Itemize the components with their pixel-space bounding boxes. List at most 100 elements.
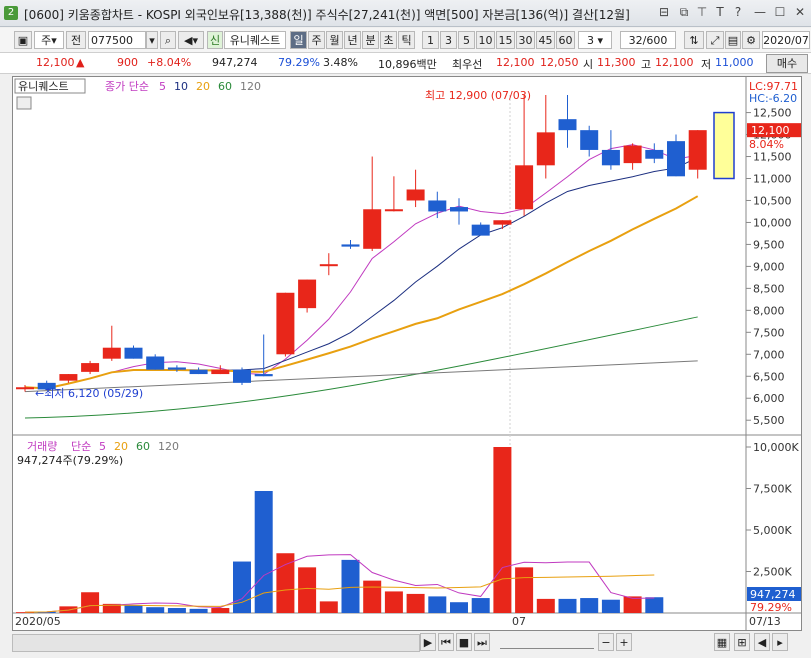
candle-body xyxy=(167,367,186,370)
low-label: 저 xyxy=(701,58,712,71)
volume-ma-legend-5: 5 xyxy=(99,440,106,453)
candle-body xyxy=(645,149,664,159)
prev-button[interactable]: 전 xyxy=(66,31,86,49)
stop-icon[interactable]: ■ xyxy=(456,633,472,651)
price-tick-label: 6,500 xyxy=(753,370,785,383)
volume-bar xyxy=(319,601,338,613)
date-field[interactable]: 2020/07 xyxy=(762,31,810,49)
grid-icon[interactable]: ▦ xyxy=(714,633,730,651)
candle-body xyxy=(59,374,78,381)
price-tick-label: 12,500 xyxy=(753,107,792,120)
candle-body xyxy=(363,209,382,249)
ma-legend-20: 20 xyxy=(196,80,210,93)
timeframe-button-2[interactable]: 월 xyxy=(326,31,343,49)
maximize-icon[interactable]: ☐ xyxy=(772,4,788,20)
turnover-rate: 3.48% xyxy=(323,56,358,69)
candle-body xyxy=(146,356,165,370)
interval-button-1[interactable]: 3 xyxy=(440,31,457,49)
volume-bar xyxy=(471,598,490,613)
last-page-icon[interactable]: ⏭ xyxy=(474,633,490,651)
zoom-in-icon[interactable]: + xyxy=(616,633,632,651)
settings-icon[interactable]: ⚙ xyxy=(742,31,760,49)
zoom-out-icon[interactable]: − xyxy=(598,633,614,651)
tool-icon[interactable]: T xyxy=(712,4,728,20)
candle-body xyxy=(558,119,577,131)
ma-legend-5: 5 xyxy=(159,80,166,93)
interval-button-3[interactable]: 10 xyxy=(476,31,495,49)
interval-button-2[interactable]: 5 xyxy=(458,31,475,49)
stock-code-input[interactable]: 077500 xyxy=(88,31,146,49)
help-icon[interactable]: ? xyxy=(730,4,746,20)
compare-icon[interactable]: ⇅ xyxy=(684,31,704,49)
save-icon[interactable]: ▤ xyxy=(725,31,741,49)
interval-dropdown[interactable]: 3 ▾ xyxy=(578,31,612,49)
period-select[interactable]: 주▾ xyxy=(34,31,64,49)
stock-tag: 유니퀘스트 xyxy=(18,80,69,93)
quote-bar: 12,100 ▲ 900 +8.04% 947,274 79.29% 3.48%… xyxy=(0,53,811,74)
volume-bar xyxy=(515,567,534,613)
timeframe-button-4[interactable]: 분 xyxy=(362,31,379,49)
speaker-icon[interactable]: ◀▾ xyxy=(178,31,204,49)
candle-body xyxy=(124,347,143,359)
interval-button-4[interactable]: 15 xyxy=(496,31,515,49)
volume-bar xyxy=(384,591,403,613)
interval-button-0[interactable]: 1 xyxy=(422,31,439,49)
timeframe-button-0[interactable]: 일 xyxy=(290,31,307,49)
low-annotation: ←최저 6,120 (05/29) xyxy=(35,387,143,400)
link-icon[interactable]: ⊟ xyxy=(656,4,672,20)
candle-body xyxy=(341,244,360,247)
code-dropdown-icon[interactable]: ▾ xyxy=(146,31,158,49)
pin-icon[interactable]: ⊤ xyxy=(694,4,710,20)
reset-icon[interactable]: ⊞ xyxy=(734,633,750,651)
volume-bar xyxy=(645,597,664,613)
price-tick-label: 11,000 xyxy=(753,173,792,186)
close-icon[interactable]: ✕ xyxy=(792,4,808,20)
current-price-label: 12,100 xyxy=(751,124,790,137)
candle-body xyxy=(688,130,707,170)
volume-bar xyxy=(363,580,382,613)
volume-ma-legend-60: 60 xyxy=(136,440,150,453)
minimize-icon[interactable]: — xyxy=(752,4,768,20)
window-title: [0600] 키움종합차트 - KOSPI 외국인보유[13,388(천)] 주… xyxy=(24,8,630,22)
timeframe-button-5[interactable]: 초 xyxy=(380,31,397,49)
search-icon[interactable]: ⌕ xyxy=(160,31,176,49)
buy-button[interactable]: 매수 xyxy=(766,54,808,73)
candle-body xyxy=(276,292,295,355)
timeframe-button-3[interactable]: 년 xyxy=(344,31,361,49)
volume-bar xyxy=(211,608,230,613)
interval-button-7[interactable]: 60 xyxy=(556,31,575,49)
volume-bar xyxy=(298,567,317,613)
volume-tick-label: 10,000K xyxy=(753,441,799,454)
candle-body xyxy=(81,363,100,372)
timeframe-button-1[interactable]: 주 xyxy=(308,31,325,49)
chart-type-icon[interactable]: ▣ xyxy=(14,31,32,49)
candle-body xyxy=(471,224,490,236)
volume-ratio: 79.29% xyxy=(278,56,320,69)
zoom-slider[interactable] xyxy=(500,636,594,649)
current-candle-highlight xyxy=(713,111,735,180)
price-tick-label: 10,500 xyxy=(753,194,792,207)
scroll-left-icon[interactable]: ▶ xyxy=(420,633,436,651)
scroll-right-icon[interactable]: ◀ xyxy=(754,633,770,651)
chart-svg[interactable]: 12,50012,00011,50011,00010,50010,0009,50… xyxy=(13,77,801,630)
timeframe-button-6[interactable]: 틱 xyxy=(398,31,415,49)
restore-icon[interactable]: ⧉ xyxy=(676,4,692,20)
count-field[interactable]: 32/600 xyxy=(620,31,676,49)
best-label: 최우선 xyxy=(452,58,483,71)
chart-area[interactable]: 12,50012,00011,50011,00010,50010,0009,50… xyxy=(12,76,802,631)
ma-legend-10: 10 xyxy=(174,80,188,93)
price-tick-label: 6,000 xyxy=(753,392,785,405)
candle-body xyxy=(450,207,468,212)
horizontal-scrollbar[interactable] xyxy=(12,634,420,652)
grid-toggle-icon[interactable] xyxy=(16,96,32,110)
ma-legend-120: 120 xyxy=(240,80,261,93)
volume-bar xyxy=(406,593,425,613)
trend-icon[interactable]: ⤢ xyxy=(706,31,724,49)
interval-button-6[interactable]: 45 xyxy=(536,31,555,49)
chart-toolbar: ▣ 주▾ 전 077500 ▾ ⌕ ◀▾ 신 유니퀘스트 일주월년분초틱 135… xyxy=(0,28,811,53)
expand-icon[interactable]: ▸ xyxy=(772,633,788,651)
volume-title: 거래량 xyxy=(27,440,57,453)
interval-button-5[interactable]: 30 xyxy=(516,31,535,49)
candle-body xyxy=(623,145,642,164)
first-page-icon[interactable]: ⏮ xyxy=(438,633,454,651)
